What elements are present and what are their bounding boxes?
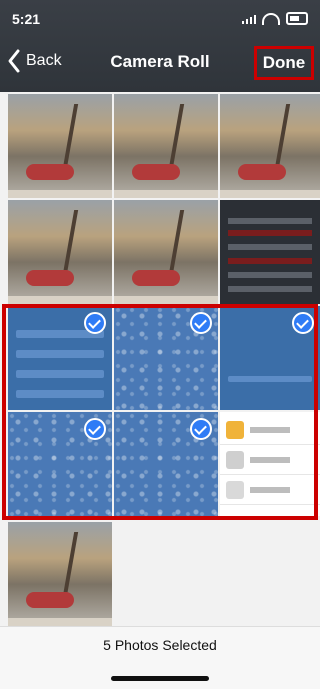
- checkmark-circle-icon: [292, 312, 314, 334]
- photo-thumbnail[interactable]: [8, 94, 112, 198]
- home-indicator[interactable]: [111, 676, 209, 681]
- navigation-bar: Back Camera Roll Done: [0, 40, 320, 84]
- signal-icon: [242, 14, 256, 24]
- photo-thumbnail[interactable]: [114, 94, 218, 198]
- photo-thumbnail[interactable]: [8, 522, 112, 626]
- selected-count: 5 Photos Selected: [103, 637, 217, 653]
- checkmark-circle-icon: [190, 418, 212, 440]
- photo-thumbnail-selected[interactable]: [114, 306, 218, 410]
- checkmark-circle-icon: [84, 312, 106, 334]
- bottom-bar: 5 Photos Selected: [0, 626, 320, 689]
- photo-thumbnail[interactable]: [114, 200, 218, 304]
- done-button[interactable]: Done: [254, 46, 314, 80]
- top-header: 5:21 Back Camera Roll Done: [0, 0, 320, 92]
- photo-thumbnail-selected[interactable]: [114, 412, 218, 516]
- status-time: 5:21: [12, 11, 41, 27]
- camera-roll-screen: 5:21 Back Camera Roll Done 5 Photos Sele…: [0, 0, 320, 689]
- wifi-icon: [262, 12, 280, 25]
- status-icons: [242, 12, 308, 25]
- photo-thumbnail-selected[interactable]: [8, 306, 112, 410]
- photo-thumbnail-selected[interactable]: [220, 306, 320, 410]
- battery-icon: [286, 12, 308, 25]
- photo-thumbnail-selected[interactable]: [8, 412, 112, 516]
- photo-thumbnail[interactable]: [220, 200, 320, 304]
- photo-thumbnail[interactable]: [8, 200, 112, 304]
- photo-thumbnail[interactable]: [220, 412, 320, 516]
- checkmark-circle-icon: [190, 312, 212, 334]
- checkmark-circle-icon: [84, 418, 106, 440]
- photo-thumbnail[interactable]: [220, 94, 320, 198]
